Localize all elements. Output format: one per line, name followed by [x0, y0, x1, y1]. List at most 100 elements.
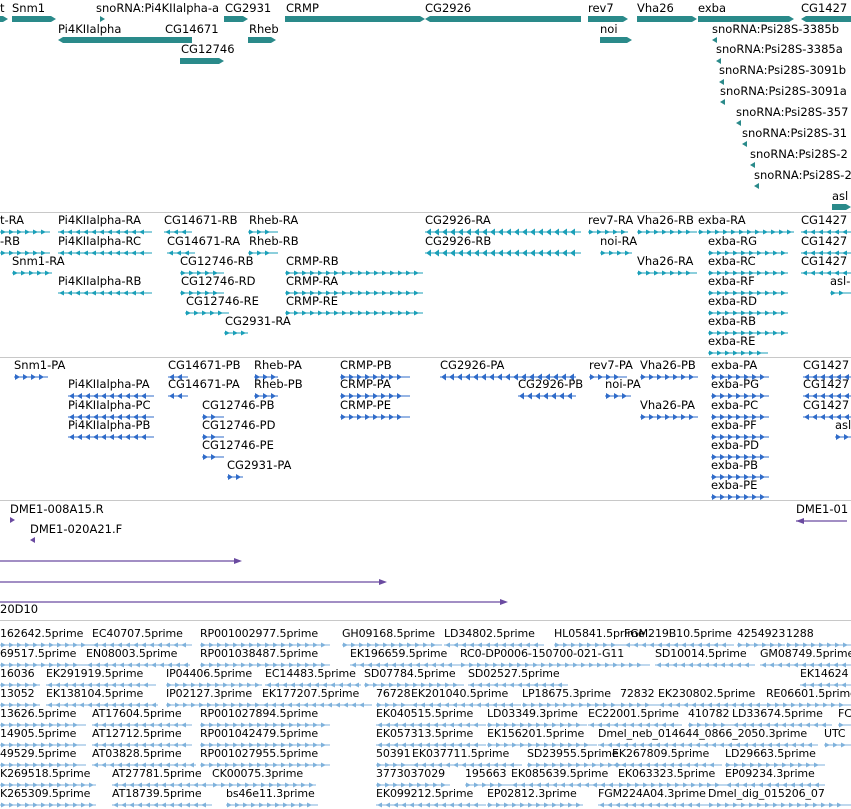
feature-label[interactable]: CG12746: [181, 43, 235, 56]
track-divider[interactable]: [0, 620, 851, 621]
feature-glyph[interactable]: [708, 801, 851, 809]
feature-label[interactable]: snoRNA:Psi28S-31: [742, 127, 847, 140]
feature-label[interactable]: LD33674.5prime: [732, 707, 823, 720]
feature-label[interactable]: IP04406.5prime: [166, 667, 252, 680]
feature-label[interactable]: snoRNA:Psi28S-2: [750, 148, 848, 161]
feature-label[interactable]: SD07784.5prime: [364, 667, 456, 680]
feature-label[interactable]: SD10014.5prime: [655, 647, 747, 660]
feature-label[interactable]: FGM219B10.5prime: [624, 627, 732, 640]
feature-label[interactable]: EK085639.5prime: [511, 767, 608, 780]
feature-label[interactable]: Snm1-RA: [12, 255, 65, 268]
genome-browser-view[interactable]: t Snm1 snoRNA:Pi4KIIalpha-a CG2931 CRMP CG292…: [0, 0, 851, 809]
feature-label[interactable]: DME1-01: [796, 503, 848, 516]
feature-label[interactable]: exba-PB: [711, 459, 758, 472]
feature-label[interactable]: FC: [838, 707, 851, 720]
feature-label[interactable]: EC22001.5prime: [588, 707, 679, 720]
feature-label[interactable]: CG2931-PA: [227, 459, 291, 472]
feature-label[interactable]: Rheb: [249, 23, 279, 36]
feature-glyph[interactable]: [58, 289, 152, 297]
feature-label[interactable]: EN08003.5prime: [86, 647, 177, 660]
feature-label[interactable]: K269518.5prime: [0, 767, 90, 780]
feature-glyph[interactable]: [736, 119, 741, 127]
feature-label[interactable]: noi: [600, 23, 618, 36]
feature-label[interactable]: LP18675.3prime: [522, 687, 611, 700]
feature-glyph[interactable]: [600, 249, 632, 257]
feature-label[interactable]: CG14671-RA: [167, 235, 240, 248]
feature-label[interactable]: snoRNA:Psi28S-357: [736, 106, 848, 119]
feature-label[interactable]: CG1427: [801, 255, 847, 268]
feature-label[interactable]: exba-PC: [711, 399, 758, 412]
feature-label[interactable]: exba-RG: [708, 235, 757, 248]
feature-label[interactable]: EK057313.5prime: [376, 727, 473, 740]
feature-label[interactable]: AT18739.5prime: [112, 787, 202, 800]
feature-label[interactable]: snoRNA:Psi28S-3091b: [719, 64, 846, 77]
feature-label[interactable]: Pi4KIIalpha-RB: [58, 275, 141, 288]
feature-label[interactable]: 1288: [786, 627, 814, 640]
feature-label[interactable]: EK040515.5prime: [376, 707, 473, 720]
feature-label[interactable]: CRMP-RA: [286, 275, 338, 288]
feature-glyph[interactable]: [0, 578, 387, 586]
feature-label[interactable]: CRMP-PE: [340, 399, 391, 412]
feature-label[interactable]: Vha26-RA: [637, 255, 693, 268]
feature-label[interactable]: 410782: [688, 707, 730, 720]
feature-label[interactable]: CG2926: [425, 2, 471, 15]
feature-label[interactable]: snoRNA:Psi28S-2: [754, 169, 851, 182]
feature-glyph[interactable]: [340, 413, 410, 421]
feature-label[interactable]: EK230802.5prime: [658, 687, 755, 700]
feature-glyph[interactable]: [226, 801, 318, 809]
feature-glyph[interactable]: [830, 289, 851, 297]
feature-label[interactable]: asl-: [830, 275, 850, 288]
feature-label[interactable]: Pi4KIIalpha: [58, 23, 121, 36]
feature-label[interactable]: CG2931-RA: [225, 315, 291, 328]
feature-label[interactable]: CG14671: [165, 23, 219, 36]
feature-label[interactable]: exba-RB: [708, 315, 756, 328]
feature-label[interactable]: 50391: [376, 747, 411, 760]
feature-glyph[interactable]: [68, 433, 154, 441]
feature-glyph[interactable]: [14, 373, 48, 381]
feature-glyph[interactable]: [742, 140, 747, 148]
feature-label[interactable]: Rheb-PB: [254, 378, 303, 391]
feature-glyph[interactable]: [0, 598, 508, 606]
feature-label[interactable]: DME1-020A21.F: [30, 523, 122, 536]
feature-glyph[interactable]: [202, 453, 224, 461]
feature-label[interactable]: EK201040.5prime: [411, 687, 508, 700]
feature-label[interactable]: EK291919.5prime: [46, 667, 143, 680]
feature-label[interactable]: 49529.5prime: [0, 747, 76, 760]
feature-glyph[interactable]: [185, 309, 229, 317]
feature-label[interactable]: EC14483.5prime: [265, 667, 356, 680]
feature-label[interactable]: CG12746-PB: [202, 399, 275, 412]
feature-label[interactable]: noi-RA: [600, 235, 637, 248]
feature-label[interactable]: 72832: [620, 687, 655, 700]
feature-label[interactable]: exba-RC: [708, 255, 756, 268]
feature-glyph[interactable]: [227, 473, 243, 481]
feature-label[interactable]: EK267809.5prime: [612, 747, 709, 760]
feature-label[interactable]: K265309.5prime: [0, 787, 90, 800]
feature-label[interactable]: RP001038487.5prime: [200, 647, 318, 660]
feature-label[interactable]: DME1-008A15.R: [10, 503, 104, 516]
feature-label[interactable]: Vha26: [637, 2, 674, 15]
feature-label[interactable]: exba-PF: [711, 419, 757, 432]
feature-label[interactable]: CRMP-PB: [340, 359, 392, 372]
feature-label[interactable]: CG14671-PA: [168, 378, 240, 391]
feature-label[interactable]: AT27781.5prime: [112, 767, 202, 780]
feature-label[interactable]: CG2926-PA: [440, 359, 504, 372]
feature-label[interactable]: CG1427: [801, 235, 847, 248]
feature-label[interactable]: RP001002977.5prime: [200, 627, 318, 640]
feature-label[interactable]: rev7: [588, 2, 614, 15]
feature-glyph[interactable]: [168, 392, 188, 400]
feature-label[interactable]: asl: [835, 419, 851, 432]
feature-label[interactable]: snoRNA:Pi4KIIalpha-a: [96, 2, 219, 15]
feature-label[interactable]: EK196659.5prime: [350, 647, 447, 660]
feature-glyph[interactable]: [835, 433, 851, 441]
feature-label[interactable]: 195663: [465, 767, 507, 780]
feature-label[interactable]: EP02812.3prime: [487, 787, 577, 800]
feature-glyph[interactable]: [12, 269, 52, 277]
feature-label[interactable]: rev7-PA: [589, 359, 633, 372]
feature-glyph[interactable]: [10, 516, 15, 524]
feature-label[interactable]: FGM224A04.3prime: [598, 787, 706, 800]
feature-label[interactable]: exba-PE: [711, 479, 757, 492]
feature-glyph[interactable]: [655, 661, 755, 669]
feature-label[interactable]: EK177207.5prime: [262, 687, 359, 700]
feature-label[interactable]: LD34802.5prime: [444, 627, 535, 640]
feature-glyph[interactable]: [637, 228, 697, 236]
